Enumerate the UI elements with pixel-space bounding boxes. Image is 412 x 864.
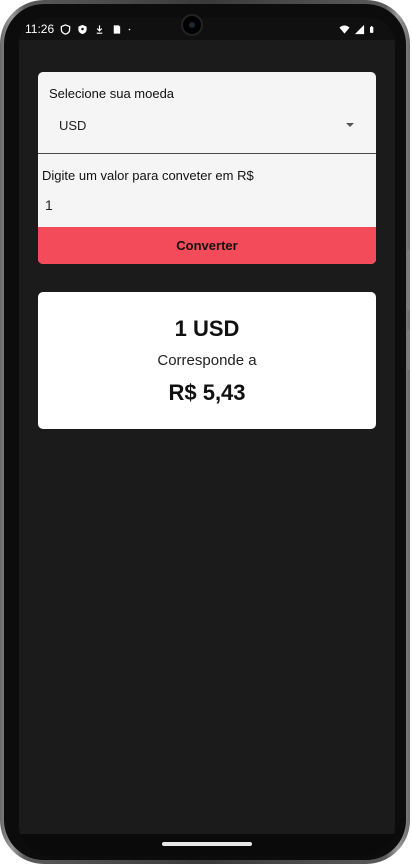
signal-icon xyxy=(354,24,365,34)
convert-button[interactable]: Converter xyxy=(38,227,376,264)
battery-icon xyxy=(370,25,374,33)
result-caption: Corresponde a xyxy=(157,352,257,369)
conversion-form: Selecione sua moeda USD Digite um valor … xyxy=(38,72,376,264)
phone-frame: 11:26 Selecione sua moeda USD Digite um … xyxy=(0,0,410,864)
divider xyxy=(38,153,376,154)
currency-select[interactable]: USD xyxy=(59,118,86,133)
phone-bezel: 11:26 Selecione sua moeda USD Digite um … xyxy=(4,4,406,860)
result-amount: 1 USD xyxy=(174,316,240,341)
status-bar: 11:26 xyxy=(19,18,395,40)
result-value: R$ 5,43 xyxy=(168,380,246,405)
amount-input-label: Digite um valor para conveter em R$ xyxy=(42,168,254,183)
navigation-bar xyxy=(19,834,395,856)
vpn-key-icon xyxy=(78,24,87,34)
power-button xyxy=(407,330,410,370)
amount-input[interactable] xyxy=(45,195,365,215)
app-screen: 11:26 Selecione sua moeda USD Digite um … xyxy=(19,18,395,856)
dropdown-arrow-icon[interactable] xyxy=(346,123,354,127)
wifi-icon xyxy=(339,24,350,34)
sd-card-icon xyxy=(113,24,121,34)
front-camera xyxy=(181,14,203,36)
dot-icon xyxy=(128,28,131,30)
home-gesture-handle[interactable] xyxy=(162,842,252,846)
result-card: 1 USD Corresponde a R$ 5,43 xyxy=(38,292,376,429)
status-time: 11:26 xyxy=(25,22,55,36)
volume-button xyxy=(407,250,410,310)
shield-icon xyxy=(60,23,71,35)
download-icon xyxy=(96,24,103,34)
currency-select-label: Selecione sua moeda xyxy=(49,86,175,101)
